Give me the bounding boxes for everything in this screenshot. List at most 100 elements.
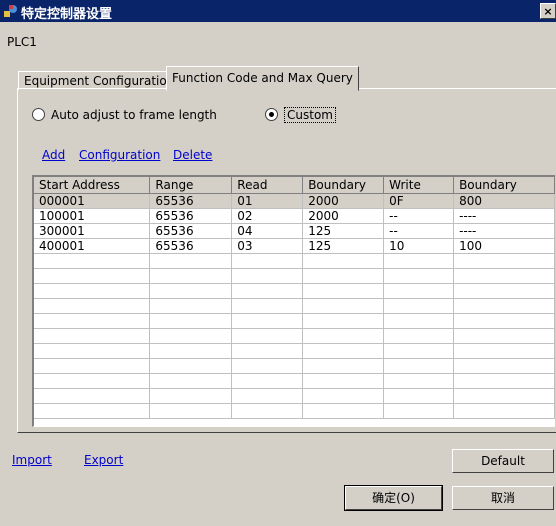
table-cell bbox=[149, 268, 233, 284]
configuration-link[interactable]: Configuration bbox=[79, 148, 160, 162]
table-cell: 65536 bbox=[149, 208, 233, 224]
table-row[interactable]: 100001 65536 02 2000 -- ---- bbox=[34, 208, 555, 224]
column-header[interactable]: Read bbox=[231, 177, 304, 194]
table-cell bbox=[302, 283, 385, 299]
radio-custom-label: Custom bbox=[284, 107, 336, 123]
table-cell bbox=[383, 253, 455, 269]
table-cell bbox=[383, 283, 455, 299]
table-cell bbox=[34, 268, 151, 284]
empty-row[interactable] bbox=[34, 358, 555, 374]
table-cell: 65536 bbox=[149, 238, 233, 254]
table-cell: 03 bbox=[231, 238, 304, 254]
table-cell bbox=[34, 358, 151, 374]
empty-row[interactable] bbox=[34, 403, 555, 419]
table-cell bbox=[34, 253, 151, 269]
table-cell bbox=[149, 313, 233, 329]
table-cell bbox=[453, 358, 555, 374]
table-cell bbox=[149, 253, 233, 269]
table-cell bbox=[231, 373, 304, 389]
table-cell: 300001 bbox=[34, 223, 151, 239]
column-header[interactable]: Start Address bbox=[34, 177, 151, 194]
table-cell bbox=[231, 358, 304, 374]
table-cell bbox=[231, 343, 304, 359]
table-cell: -- bbox=[383, 208, 455, 224]
ok-button[interactable]: 确定(O) bbox=[344, 485, 443, 511]
delete-link[interactable]: Delete bbox=[173, 148, 212, 162]
app-icon bbox=[4, 5, 17, 17]
table-cell bbox=[34, 328, 151, 344]
table-cell: 65536 bbox=[149, 223, 233, 239]
table-row[interactable]: 000001 65536 01 2000 0F 800 bbox=[34, 193, 555, 209]
table-cell bbox=[34, 283, 151, 299]
column-header[interactable]: Boundary bbox=[302, 177, 385, 194]
empty-row[interactable] bbox=[34, 268, 555, 284]
table-cell: 02 bbox=[231, 208, 304, 224]
table-cell: ---- bbox=[453, 223, 555, 239]
empty-row[interactable] bbox=[34, 373, 555, 389]
add-link[interactable]: Add bbox=[42, 148, 65, 162]
table-row[interactable]: 300001 65536 04 125 -- ---- bbox=[34, 223, 555, 239]
table-cell bbox=[149, 343, 233, 359]
device-name: PLC1 bbox=[7, 35, 37, 49]
table-cell bbox=[453, 283, 555, 299]
empty-row[interactable] bbox=[34, 283, 555, 299]
table-cell bbox=[453, 373, 555, 389]
column-header[interactable]: Boundary bbox=[453, 177, 555, 194]
table-cell bbox=[453, 268, 555, 284]
empty-row[interactable] bbox=[34, 298, 555, 314]
table-cell bbox=[149, 328, 233, 344]
tab-function-code-max-query[interactable]: Function Code and Max Query bbox=[166, 66, 359, 91]
table-cell bbox=[383, 268, 455, 284]
table-cell bbox=[34, 403, 151, 419]
table-cell bbox=[453, 298, 555, 314]
table-cell bbox=[231, 298, 304, 314]
table-cell bbox=[231, 283, 304, 299]
table-cell bbox=[302, 298, 385, 314]
table-cell: ---- bbox=[453, 208, 555, 224]
table-cell bbox=[149, 403, 233, 419]
cancel-button[interactable]: 取消 bbox=[452, 486, 554, 510]
table-cell bbox=[302, 358, 385, 374]
table-row[interactable]: 400001 65536 03 125 10 100 bbox=[34, 238, 555, 254]
empty-row[interactable] bbox=[34, 343, 555, 359]
empty-row[interactable] bbox=[34, 253, 555, 269]
table-cell: 100001 bbox=[34, 208, 151, 224]
close-button[interactable]: × bbox=[540, 3, 556, 19]
table-cell bbox=[302, 403, 385, 419]
table-cell: 04 bbox=[231, 223, 304, 239]
address-table[interactable]: Start Address Range Read Boundary Write Bound… bbox=[32, 175, 555, 427]
export-link[interactable]: Export bbox=[84, 453, 123, 467]
table-cell bbox=[302, 373, 385, 389]
radio-circle bbox=[32, 108, 45, 121]
table-cell bbox=[302, 343, 385, 359]
empty-row[interactable] bbox=[34, 388, 555, 404]
empty-row[interactable] bbox=[34, 328, 555, 344]
radio-auto-adjust[interactable]: Auto adjust to frame length bbox=[32, 107, 217, 123]
column-header[interactable]: Write bbox=[383, 177, 455, 194]
empty-row[interactable] bbox=[34, 313, 555, 329]
table-cell bbox=[453, 403, 555, 419]
table-cell bbox=[383, 358, 455, 374]
table-cell bbox=[149, 283, 233, 299]
table-cell bbox=[34, 313, 151, 329]
table-cell: 125 bbox=[302, 223, 385, 239]
table-cell bbox=[383, 343, 455, 359]
import-link[interactable]: Import bbox=[12, 453, 52, 467]
table-cell: 2000 bbox=[302, 193, 385, 209]
table-cell bbox=[149, 388, 233, 404]
table-cell bbox=[383, 403, 455, 419]
table-cell bbox=[302, 313, 385, 329]
table-cell bbox=[231, 403, 304, 419]
radio-custom[interactable]: Custom bbox=[265, 107, 336, 123]
default-button[interactable]: Default bbox=[452, 449, 554, 473]
title-bar: 特定控制器设置 × bbox=[0, 0, 556, 22]
table-cell bbox=[453, 343, 555, 359]
table-cell bbox=[231, 313, 304, 329]
table-cell bbox=[34, 298, 151, 314]
table-cell: 2000 bbox=[302, 208, 385, 224]
table-cell: 800 bbox=[453, 193, 555, 209]
address-grid: Start Address Range Read Boundary Write Bound… bbox=[34, 177, 555, 419]
column-header[interactable]: Range bbox=[149, 177, 233, 194]
table-cell: 125 bbox=[302, 238, 385, 254]
table-cell bbox=[34, 388, 151, 404]
